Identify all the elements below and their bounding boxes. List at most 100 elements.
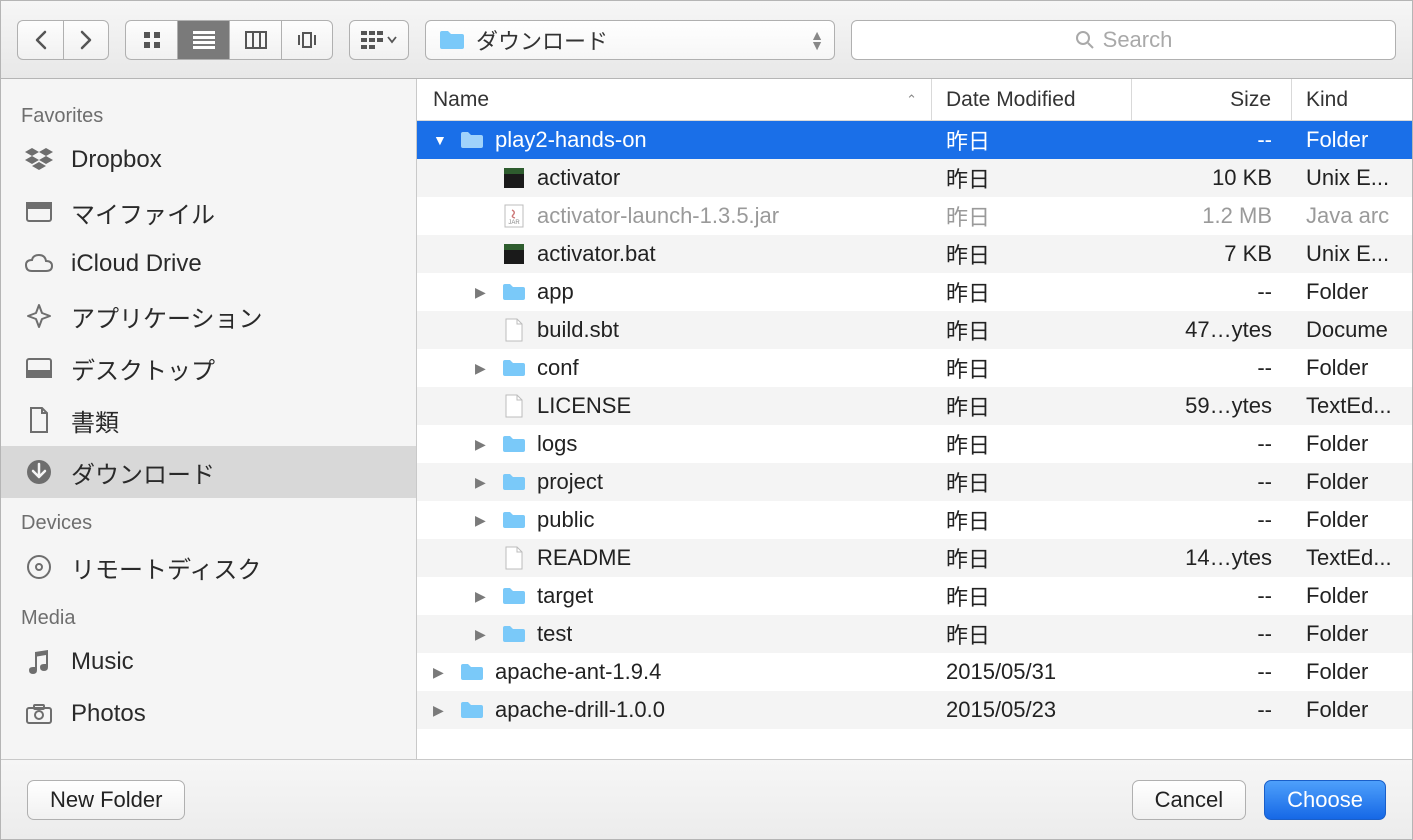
file-size: -- [1132,349,1292,387]
sidebar-item-label: ダウンロード [71,455,215,490]
view-list-button[interactable] [177,20,229,60]
file-size: -- [1132,463,1292,501]
column-date-header[interactable]: Date Modified [932,79,1132,120]
arrange-button[interactable] [349,20,409,60]
disclosure-triangle-icon[interactable]: ▶ [475,626,491,643]
new-folder-button[interactable]: New Folder [27,780,185,820]
file-date: 昨日 [932,273,1132,311]
disclosure-triangle-icon[interactable]: ▶ [475,588,491,605]
file-kind: Folder [1292,653,1412,691]
file-name: logs [537,431,577,457]
file-row[interactable]: ▶apache-ant-1.9.42015/05/31--Folder [417,653,1412,691]
chevron-down-icon [387,36,397,44]
file-size: 14…ytes [1132,539,1292,577]
file-row[interactable]: LICENSE昨日59…ytesTextEd... [417,387,1412,425]
file-row[interactable]: activator昨日10 KBUnix E... [417,159,1412,197]
file-kind: Folder [1292,691,1412,729]
sidebar-item-label: マイファイル [71,195,215,230]
sidebar-heading: Media [1,593,416,636]
sidebar-item-label: デスクトップ [71,351,215,386]
sidebar-item-icloud[interactable]: iCloud Drive [1,238,416,290]
file-name: conf [537,355,579,381]
file-row[interactable]: ▶logs昨日--Folder [417,425,1412,463]
file-size: 10 KB [1132,159,1292,197]
folder-icon [501,431,527,457]
file-date: 昨日 [932,235,1132,273]
exec-icon [501,241,527,267]
folder-icon [459,659,485,685]
disclosure-triangle-icon[interactable]: ▶ [433,702,449,719]
path-location-button[interactable]: ダウンロード ▲▼ [425,20,835,60]
file-row[interactable]: ▶app昨日--Folder [417,273,1412,311]
disclosure-triangle-icon[interactable]: ▶ [475,360,491,377]
column-size-header[interactable]: Size [1132,79,1292,120]
sidebar-item-label: 書類 [71,403,119,438]
file-date: 2015/05/23 [932,691,1132,729]
folder-icon [501,279,527,305]
music-icon [23,646,55,678]
sidebar-item-documents[interactable]: 書類 [1,394,416,446]
file-name: apache-ant-1.9.4 [495,659,661,685]
disclosure-triangle-icon[interactable]: ▶ [475,284,491,301]
back-button[interactable] [17,20,63,60]
sidebar-heading: Devices [1,498,416,541]
file-row[interactable]: ▶apache-drill-1.0.02015/05/23--Folder [417,691,1412,729]
file-row[interactable]: ▶public昨日--Folder [417,501,1412,539]
view-column-button[interactable] [229,20,281,60]
documents-icon [23,404,55,436]
sidebar-item-photos[interactable]: Photos [1,688,416,740]
folder-icon [459,697,485,723]
choose-button[interactable]: Choose [1264,780,1386,820]
disclosure-triangle-icon[interactable]: ▶ [475,512,491,529]
file-kind: Folder [1292,463,1412,501]
file-row[interactable]: README昨日14…ytesTextEd... [417,539,1412,577]
file-name: LICENSE [537,393,631,419]
sidebar-item-desktop[interactable]: デスクトップ [1,342,416,394]
disclosure-triangle-icon[interactable]: ▼ [433,132,449,148]
svg-text:JAR: JAR [508,220,520,226]
sidebar-item-apps[interactable]: アプリケーション [1,290,416,342]
disclosure-triangle-icon[interactable]: ▶ [433,664,449,681]
file-date: 昨日 [932,197,1132,235]
file-size: -- [1132,577,1292,615]
search-field[interactable]: Search [851,20,1396,60]
file-name: public [537,507,594,533]
file-name: build.sbt [537,317,619,343]
exec-icon [501,165,527,191]
folder-icon [501,621,527,647]
column-kind-header[interactable]: Kind [1292,79,1412,120]
sidebar-item-myfiles[interactable]: マイファイル [1,186,416,238]
desktop-icon [23,352,55,384]
sidebar-heading: Favorites [1,91,416,134]
file-size: -- [1132,653,1292,691]
file-row[interactable]: JARactivator-launch-1.3.5.jar昨日1.2 MBJav… [417,197,1412,235]
sidebar-item-downloads[interactable]: ダウンロード [1,446,416,498]
sidebar-item-disc[interactable]: リモートディスク [1,541,416,593]
file-size: 47…ytes [1132,311,1292,349]
column-name-header[interactable]: Name ⌃ [417,79,932,120]
icloud-icon [23,248,55,280]
disclosure-triangle-icon[interactable]: ▶ [475,436,491,453]
view-icon-button[interactable] [125,20,177,60]
file-name: activator [537,165,620,191]
file-name: activator-launch-1.3.5.jar [537,203,779,229]
cancel-button[interactable]: Cancel [1132,780,1246,820]
sidebar-item-label: Dropbox [71,146,162,174]
apps-icon [23,300,55,332]
file-row[interactable]: activator.bat昨日7 KBUnix E... [417,235,1412,273]
file-row[interactable]: ▶conf昨日--Folder [417,349,1412,387]
view-coverflow-button[interactable] [281,20,333,60]
file-date: 昨日 [932,159,1132,197]
file-size: -- [1132,273,1292,311]
file-row[interactable]: build.sbt昨日47…ytesDocume [417,311,1412,349]
disclosure-triangle-icon[interactable]: ▶ [475,474,491,491]
file-row[interactable]: ▶project昨日--Folder [417,463,1412,501]
sidebar-item-music[interactable]: Music [1,636,416,688]
forward-button[interactable] [63,20,109,60]
file-row[interactable]: ▶target昨日--Folder [417,577,1412,615]
file-row[interactable]: ▼play2-hands-on昨日--Folder [417,121,1412,159]
doc-icon [501,317,527,343]
file-row[interactable]: ▶test昨日--Folder [417,615,1412,653]
sidebar-item-dropbox[interactable]: Dropbox [1,134,416,186]
doc-icon [501,545,527,571]
